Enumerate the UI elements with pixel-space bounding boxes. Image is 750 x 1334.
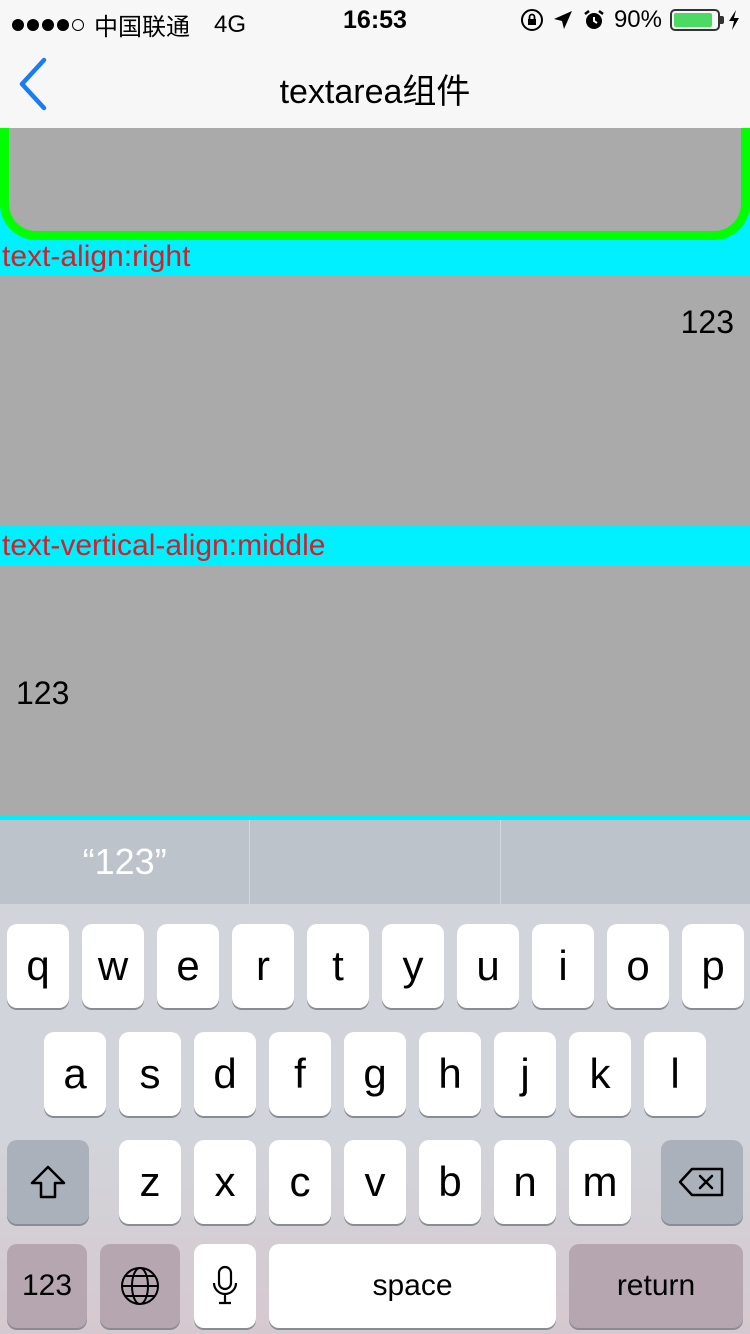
page-title: textarea组件 bbox=[279, 73, 471, 111]
suggestion-bar: “123” bbox=[0, 820, 750, 904]
space-key[interactable]: space bbox=[269, 1244, 556, 1328]
key-i[interactable]: i bbox=[532, 924, 594, 1008]
textarea-align-right[interactable]: 123 bbox=[0, 276, 750, 526]
key-b[interactable]: b bbox=[419, 1140, 481, 1224]
shift-icon bbox=[30, 1165, 66, 1199]
textarea-value: 123 bbox=[680, 304, 734, 340]
microphone-icon bbox=[212, 1265, 238, 1305]
textarea-bordered[interactable] bbox=[0, 128, 750, 240]
key-z[interactable]: z bbox=[119, 1140, 181, 1224]
suggestion-item[interactable] bbox=[501, 820, 750, 904]
key-m[interactable]: m bbox=[569, 1140, 631, 1224]
navigation-bar: textarea组件 bbox=[0, 40, 750, 128]
globe-key[interactable] bbox=[100, 1244, 180, 1328]
key-s[interactable]: s bbox=[119, 1032, 181, 1116]
battery-percent: 90% bbox=[613, 6, 662, 33]
charging-icon bbox=[729, 10, 739, 30]
numbers-key[interactable]: 123 bbox=[7, 1244, 87, 1328]
key-y[interactable]: y bbox=[382, 924, 444, 1008]
key-a[interactable]: a bbox=[44, 1032, 106, 1116]
return-key[interactable]: return bbox=[569, 1244, 743, 1328]
key-l[interactable]: l bbox=[644, 1032, 706, 1116]
orientation-lock-icon bbox=[520, 9, 543, 31]
textarea-vertical-middle[interactable]: 123 bbox=[0, 565, 750, 815]
key-h[interactable]: h bbox=[419, 1032, 481, 1116]
delete-icon bbox=[678, 1167, 724, 1197]
key-t[interactable]: t bbox=[307, 924, 369, 1008]
content-area: text-align:right 123 text-vertical-align… bbox=[0, 128, 750, 818]
dictation-key[interactable] bbox=[194, 1244, 256, 1328]
status-right: 90% bbox=[520, 6, 740, 34]
label-vertical-align-middle: text-vertical-align:middle bbox=[2, 529, 326, 562]
key-d[interactable]: d bbox=[194, 1032, 256, 1116]
suggestion-item[interactable] bbox=[250, 820, 501, 904]
alarm-icon bbox=[584, 10, 604, 29]
textarea-value: 123 bbox=[16, 675, 70, 711]
suggestion-item[interactable]: “123” bbox=[0, 820, 251, 904]
key-v[interactable]: v bbox=[344, 1140, 406, 1224]
shift-key[interactable] bbox=[7, 1140, 89, 1224]
globe-icon bbox=[121, 1267, 159, 1305]
key-c[interactable]: c bbox=[269, 1140, 331, 1224]
key-w[interactable]: w bbox=[82, 924, 144, 1008]
key-e[interactable]: e bbox=[157, 924, 219, 1008]
key-g[interactable]: g bbox=[344, 1032, 406, 1116]
key-q[interactable]: q bbox=[7, 924, 69, 1008]
key-j[interactable]: j bbox=[494, 1032, 556, 1116]
key-x[interactable]: x bbox=[194, 1140, 256, 1224]
key-o[interactable]: o bbox=[607, 924, 669, 1008]
keyboard: “123” q w e r t y u i o p a s d f g h j … bbox=[0, 818, 750, 1334]
key-p[interactable]: p bbox=[682, 924, 744, 1008]
key-n[interactable]: n bbox=[494, 1140, 556, 1224]
status-bar: 中国联通 4G 16:53 90% bbox=[0, 0, 750, 41]
key-r[interactable]: r bbox=[232, 924, 294, 1008]
battery-icon bbox=[670, 9, 724, 31]
key-k[interactable]: k bbox=[569, 1032, 631, 1116]
key-f[interactable]: f bbox=[269, 1032, 331, 1116]
label-text-align-right: text-align:right bbox=[2, 240, 191, 273]
key-u[interactable]: u bbox=[457, 924, 519, 1008]
location-arrow-icon bbox=[553, 11, 572, 29]
delete-key[interactable] bbox=[661, 1140, 743, 1224]
